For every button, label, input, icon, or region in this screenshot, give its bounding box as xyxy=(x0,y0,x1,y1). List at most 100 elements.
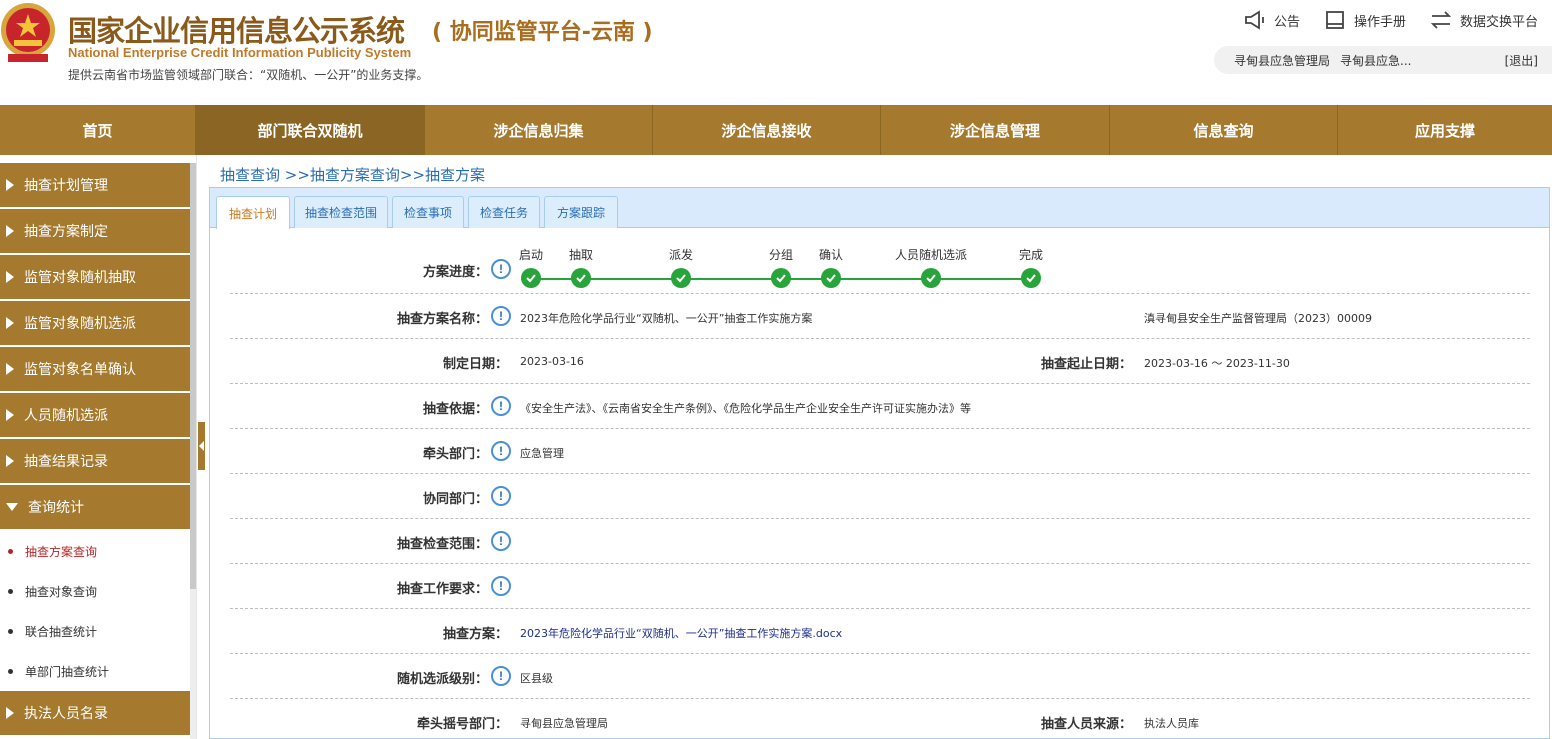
logout-link[interactable]: [退出] xyxy=(1505,52,1538,69)
lottery-value: 寻甸县应急管理局 xyxy=(520,717,608,730)
sidebar-item-list-confirm[interactable]: 监管对象名单确认 xyxy=(0,347,190,393)
sidebar-sub-label: 抽查方案查询 xyxy=(25,544,98,559)
basis-value: 《安全生产法》、《云南省安全生产条例》、《危险化学品生产企业安全生产许可证实施办… xyxy=(520,402,971,415)
main-nav: 首页 部门联合双随机 涉企信息归集 涉企信息接收 涉企信息管理 信息查询 应用支… xyxy=(0,105,1552,155)
exchange-link[interactable]: 数据交换平台 xyxy=(1430,10,1538,30)
tab-tasks[interactable]: 检查任务 xyxy=(468,196,540,228)
expand-arrow-icon xyxy=(6,225,14,237)
step-check-icon xyxy=(921,268,941,288)
national-emblem-icon xyxy=(1,3,55,62)
basis-label: 抽查依据： xyxy=(422,402,488,417)
expand-arrow-icon xyxy=(6,317,14,329)
step-check-icon xyxy=(521,268,541,288)
nav-info-manage[interactable]: 涉企信息管理 xyxy=(881,105,1110,155)
bullet-icon xyxy=(8,628,13,634)
level-label: 随机选派级别： xyxy=(396,672,488,687)
sidebar-item-label: 人员随机选派 xyxy=(24,408,108,424)
sidebar-item-label: 查询统计 xyxy=(28,500,84,516)
bullet-icon xyxy=(8,548,13,554)
sidebar-item-scheme-make[interactable]: 抽查方案制定 xyxy=(0,209,190,255)
nav-info-collect[interactable]: 涉企信息归集 xyxy=(425,105,653,155)
tab-plan[interactable]: 抽查计划 xyxy=(216,196,290,229)
source-label: 抽查人员来源： xyxy=(1040,717,1132,732)
expand-arrow-icon xyxy=(6,455,14,467)
announcement-link[interactable]: 公告 xyxy=(1244,10,1300,30)
expand-arrow-icon xyxy=(6,409,14,421)
range-label: 抽查起止日期： xyxy=(1040,357,1132,372)
collapse-arrow-icon xyxy=(6,503,18,511)
step-label: 人员随机选派 xyxy=(894,248,968,262)
plan-name-label: 抽查方案名称： xyxy=(396,312,488,327)
sidebar-item-label: 抽查方案制定 xyxy=(24,224,108,240)
sidebar-sub-label: 抽查对象查询 xyxy=(25,584,98,599)
step-check-icon xyxy=(571,268,591,288)
info-icon[interactable]: ! xyxy=(491,259,511,279)
field-row xyxy=(230,339,1530,384)
sidebar-sub-single-stats[interactable]: 单部门抽查统计 xyxy=(0,651,190,691)
sidebar-item-staff-list[interactable]: 执法人员名录 xyxy=(0,691,190,737)
exchange-icon xyxy=(1430,11,1452,29)
plan-name-value: 2023年危险化学品行业“双随机、一公开”抽查工作实施方案 xyxy=(520,312,813,325)
info-icon[interactable]: ! xyxy=(491,486,511,506)
sidebar-sub-object-query[interactable]: 抽查对象查询 xyxy=(0,571,190,611)
lead-label: 牵头部门： xyxy=(422,447,488,462)
collapse-sidebar-button[interactable] xyxy=(198,422,205,470)
step-check-icon xyxy=(1021,268,1041,288)
nav-info-receive[interactable]: 涉企信息接收 xyxy=(653,105,881,155)
plan-code-value: 滇寻甸县安全生产监督管理局（2023）00009 xyxy=(1144,312,1372,325)
user-name[interactable]: 寻甸县应急... xyxy=(1340,52,1411,69)
info-icon[interactable]: ! xyxy=(491,531,511,551)
step-label: 派发 xyxy=(668,248,694,262)
plan-file-link[interactable]: 2023年危险化学品行业“双随机、一公开”抽查工作实施方案.docx xyxy=(520,625,842,641)
step-label: 确认 xyxy=(818,248,844,262)
info-icon[interactable]: ! xyxy=(491,396,511,416)
manual-link[interactable]: 操作手册 xyxy=(1324,10,1406,30)
info-icon[interactable]: ! xyxy=(491,306,511,326)
lottery-label: 牵头摇号部门： xyxy=(416,717,508,732)
sidebar-item-plan-manage[interactable]: 抽查计划管理 xyxy=(0,163,190,209)
coop-label: 协同部门： xyxy=(422,492,488,507)
nav-home[interactable]: 首页 xyxy=(0,105,196,155)
progress-label: 方案进度： xyxy=(422,265,488,280)
sidebar-item-label: 抽查计划管理 xyxy=(24,178,108,194)
level-value: 区县级 xyxy=(520,672,553,685)
info-icon[interactable]: ! xyxy=(491,666,511,686)
range-value: 2023-03-16 ～ 2023-11-30 xyxy=(1144,357,1290,370)
top-links: 公告 操作手册 数据交换平台 xyxy=(1244,10,1538,30)
sidebar-item-result-record[interactable]: 抽查结果记录 xyxy=(0,439,190,485)
bullet-icon xyxy=(8,668,13,674)
sidebar-item-label: 抽查结果记录 xyxy=(24,454,108,470)
tab-items[interactable]: 检查事项 xyxy=(392,196,464,228)
tab-scope[interactable]: 抽查检查范围 xyxy=(294,196,388,228)
plan-file-label: 抽查方案： xyxy=(442,627,508,642)
sidebar-item-label: 监管对象名单确认 xyxy=(24,362,136,378)
breadcrumb[interactable]: 抽查查询 >>抽查方案查询>>抽查方案 xyxy=(220,164,485,185)
step-label: 完成 xyxy=(1018,248,1044,262)
nav-joint-random[interactable]: 部门联合双随机 xyxy=(196,105,425,155)
sidebar-item-query-stats[interactable]: 查询统计 xyxy=(0,485,190,531)
date-value: 2023-03-16 xyxy=(520,355,584,368)
content-panel: 抽查计划 抽查检查范围 检查事项 检查任务 方案跟踪 方案进度： ! 启动 抽取… xyxy=(209,187,1550,739)
system-title-english: National Enterprise Credit Information P… xyxy=(68,45,412,60)
info-icon[interactable]: ! xyxy=(491,576,511,596)
sidebar: 抽查计划管理 抽查方案制定 监管对象随机抽取 监管对象随机选派 监管对象名单确认… xyxy=(0,163,190,739)
tab-tracking[interactable]: 方案跟踪 xyxy=(544,196,618,228)
sidebar-sub-label: 单部门抽查统计 xyxy=(25,664,110,679)
nav-info-query[interactable]: 信息查询 xyxy=(1110,105,1338,155)
requirement-label: 抽查工作要求： xyxy=(396,582,488,597)
step-check-icon xyxy=(821,268,841,288)
sidebar-item-object-extract[interactable]: 监管对象随机抽取 xyxy=(0,255,190,301)
bullet-icon xyxy=(8,588,13,594)
sidebar-sub-joint-stats[interactable]: 联合抽查统计 xyxy=(0,611,190,651)
expand-arrow-icon xyxy=(6,363,14,375)
scope-label: 抽查检查范围： xyxy=(396,537,488,552)
manual-icon xyxy=(1326,11,1344,29)
sidebar-item-staff-assign[interactable]: 人员随机选派 xyxy=(0,393,190,439)
system-description: 提供云南省市场监管领域部门联合：“双随机、一公开”的业务支撑。 xyxy=(68,68,429,82)
step-label: 抽取 xyxy=(568,248,594,262)
info-icon[interactable]: ! xyxy=(491,441,511,461)
nav-app-support[interactable]: 应用支撑 xyxy=(1338,105,1552,155)
sidebar-sub-scheme-query[interactable]: 抽查方案查询 xyxy=(0,531,190,571)
sidebar-item-object-assign[interactable]: 监管对象随机选派 xyxy=(0,301,190,347)
system-title: 国家企业信用信息公示系统 xyxy=(68,14,405,48)
